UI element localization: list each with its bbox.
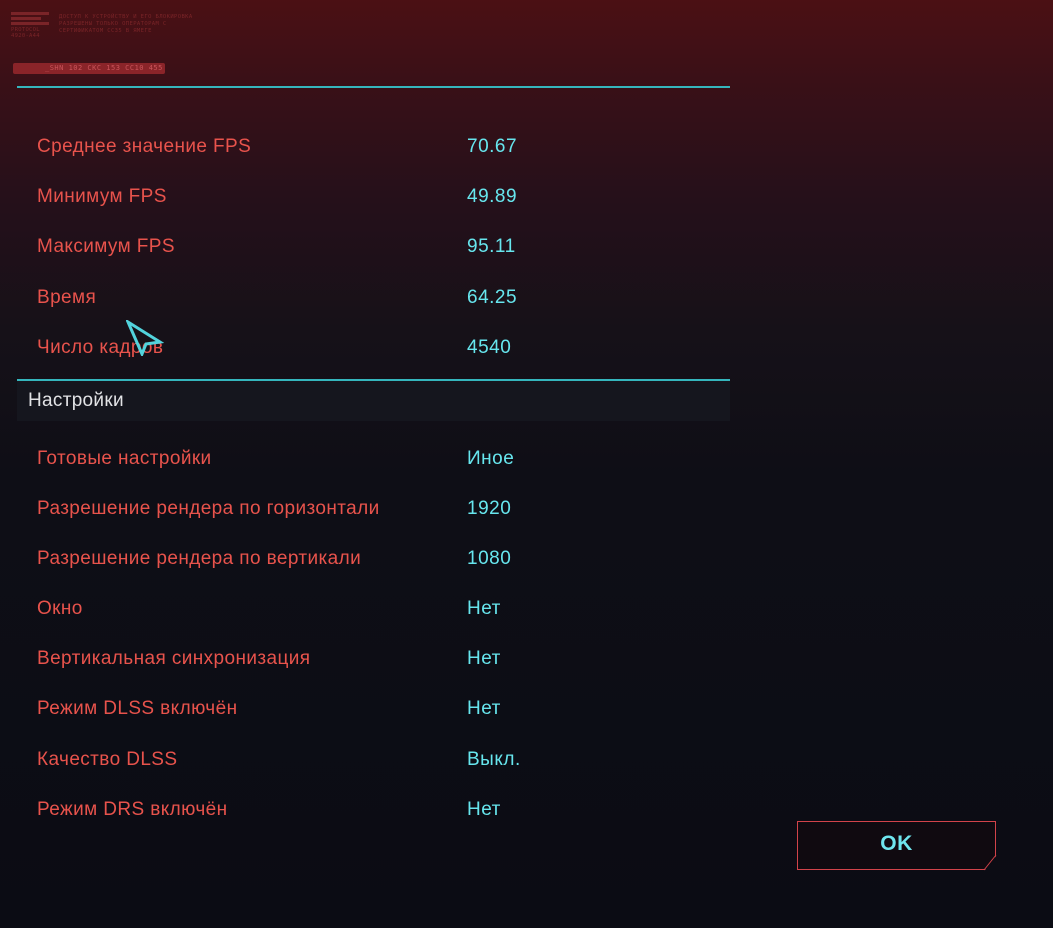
setting-label: Вертикальная синхронизация bbox=[37, 648, 311, 669]
setting-label: Окно bbox=[37, 598, 83, 619]
tag-bar-code: _SHN 102 CKC 153 CC10 455 bbox=[45, 64, 163, 72]
setting-label: Режим DLSS включён bbox=[37, 698, 238, 719]
setting-label: Качество DLSS bbox=[37, 749, 178, 770]
header-notice: ДОСТУП К УСТРОЙСТВУ И ЕГО БЛОКИРОВКА РАЗ… bbox=[59, 14, 193, 34]
setting-row-render-height: Разрешение рендера по вертикали 1080 bbox=[37, 545, 717, 575]
setting-row-vsync: Вертикальная синхронизация Нет bbox=[37, 645, 717, 675]
setting-value: Иное bbox=[467, 448, 515, 469]
logo-stripe bbox=[11, 22, 49, 25]
setting-label: Разрешение рендера по горизонтали bbox=[37, 498, 380, 519]
ok-button-label: OK bbox=[880, 832, 913, 855]
stat-value: 4540 bbox=[467, 337, 512, 358]
setting-value: Нет bbox=[467, 698, 501, 719]
setting-row-render-width: Разрешение рендера по горизонтали 1920 bbox=[37, 495, 717, 525]
tag-bar: _SHN 102 CKC 153 CC10 455 bbox=[13, 63, 165, 74]
setting-row-dlss-mode: Режим DLSS включён Нет bbox=[37, 695, 717, 725]
ok-button-corner bbox=[983, 854, 997, 871]
stat-label: Среднее значение FPS bbox=[37, 136, 252, 157]
stat-row-min-fps: Минимум FPS 49.89 bbox=[37, 183, 717, 213]
settings-section-header: Настройки bbox=[17, 381, 730, 421]
stat-label: Минимум FPS bbox=[37, 186, 167, 207]
protocol-logo: PROTOCOL 4920-A44 bbox=[11, 12, 51, 40]
stat-row-avg-fps: Среднее значение FPS 70.67 bbox=[37, 133, 717, 163]
setting-row-windowed: Окно Нет bbox=[37, 595, 717, 625]
stat-value: 49.89 bbox=[467, 186, 518, 207]
setting-value: 1080 bbox=[467, 548, 512, 569]
corner-cut-line bbox=[983, 854, 997, 871]
setting-row-drs-mode: Режим DRS включён Нет bbox=[37, 796, 717, 826]
stat-row-time: Время 64.25 bbox=[37, 284, 717, 314]
setting-value: Выкл. bbox=[467, 749, 521, 770]
setting-label: Готовые настройки bbox=[37, 448, 212, 469]
ok-button[interactable]: OK bbox=[797, 821, 996, 870]
setting-value: 1920 bbox=[467, 498, 512, 519]
logo-code: PROTOCOL 4920-A44 bbox=[11, 27, 40, 39]
stat-value: 70.67 bbox=[467, 136, 518, 157]
settings-title: Настройки bbox=[28, 390, 124, 411]
divider-top bbox=[17, 86, 730, 88]
setting-label: Режим DRS включён bbox=[37, 799, 228, 820]
setting-row-preset: Готовые настройки Иное bbox=[37, 445, 717, 475]
setting-value: Нет bbox=[467, 648, 501, 669]
setting-value: Нет bbox=[467, 799, 501, 820]
setting-row-dlss-quality: Качество DLSS Выкл. bbox=[37, 746, 717, 776]
stat-label: Максимум FPS bbox=[37, 236, 175, 257]
stat-value: 95.11 bbox=[467, 236, 516, 257]
logo-stripe bbox=[11, 12, 49, 15]
stat-value: 64.25 bbox=[467, 287, 518, 308]
stat-label: Время bbox=[37, 287, 97, 308]
stat-row-max-fps: Максимум FPS 95.11 bbox=[37, 233, 717, 263]
setting-value: Нет bbox=[467, 598, 501, 619]
setting-label: Разрешение рендера по вертикали bbox=[37, 548, 362, 569]
pointer-cursor-icon bbox=[126, 320, 164, 356]
logo-stripe bbox=[11, 17, 41, 20]
